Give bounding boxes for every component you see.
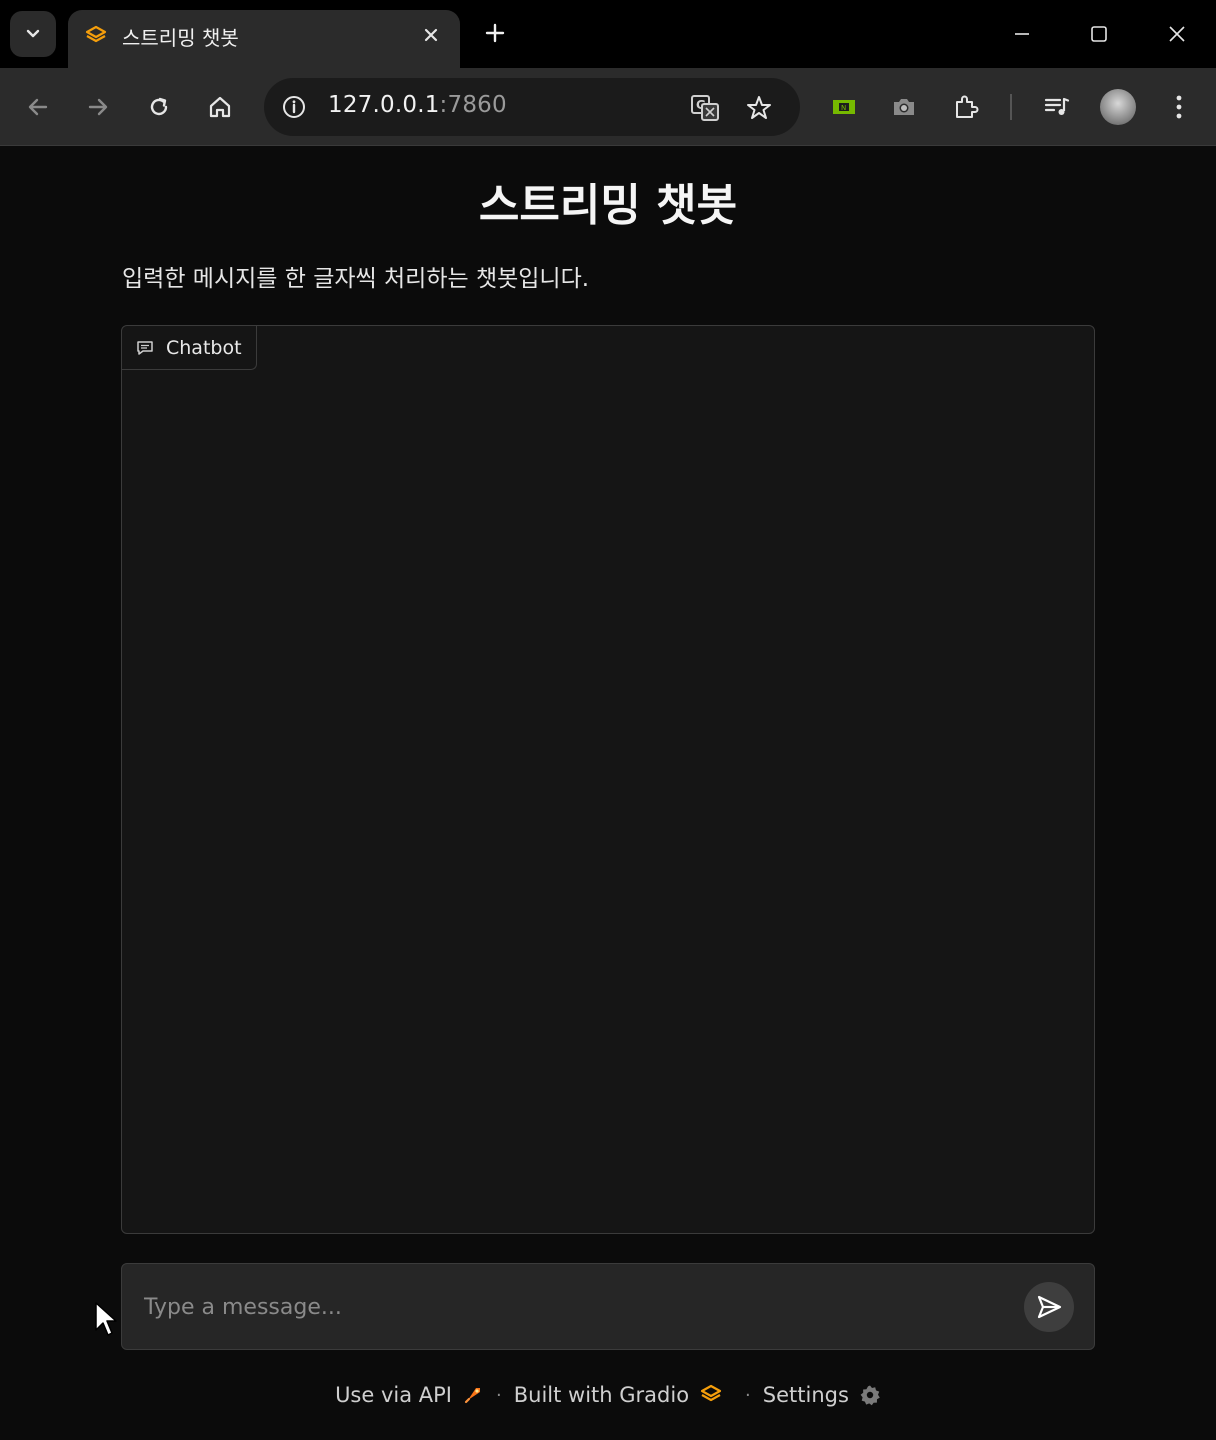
chat-bubble-icon	[137, 340, 153, 355]
plus-icon	[485, 23, 505, 43]
maximize-button[interactable]	[1079, 14, 1119, 54]
footer-separator: ·	[745, 1384, 751, 1406]
rocket-icon	[464, 1388, 480, 1404]
translate-icon: G	[691, 95, 719, 121]
chatbot-panel[interactable]: Chatbot	[121, 325, 1095, 1234]
extension-nvidia-button[interactable]: N	[824, 87, 864, 127]
maximize-icon	[1091, 26, 1107, 42]
minimize-button[interactable]	[1002, 14, 1042, 54]
tab-search-button[interactable]	[10, 11, 56, 57]
forward-button[interactable]	[78, 87, 118, 127]
translate-button[interactable]: G	[688, 91, 722, 125]
use-via-api-link[interactable]: Use via API	[335, 1383, 484, 1407]
minimize-icon	[1015, 33, 1029, 35]
home-button[interactable]	[200, 87, 240, 127]
footer: Use via API · Built with Gradio · Settin…	[0, 1377, 1216, 1413]
send-button[interactable]	[1024, 1282, 1074, 1332]
use-via-api-label: Use via API	[335, 1383, 452, 1407]
browser-menu-button[interactable]	[1159, 87, 1199, 127]
window-close-button[interactable]	[1157, 14, 1197, 54]
gradio-app: 스트리밍 챗봇 입력한 메시지를 한 글자씩 처리하는 챗봇입니다. Chatb…	[0, 147, 1216, 1440]
url-host: 127.0.0.1	[328, 92, 440, 118]
new-tab-button[interactable]	[478, 16, 512, 50]
mouse-cursor-icon	[95, 1302, 117, 1336]
close-icon	[1169, 26, 1185, 42]
camera-icon	[894, 99, 914, 115]
star-icon	[747, 96, 771, 119]
url-port: :7860	[439, 92, 507, 118]
media-controls-button[interactable]	[1037, 87, 1077, 127]
message-input[interactable]	[142, 1284, 1002, 1330]
settings-label: Settings	[762, 1383, 849, 1407]
close-icon	[424, 28, 438, 42]
extension-badge-icon: N	[833, 100, 855, 114]
bookmark-button[interactable]	[742, 91, 776, 125]
arrow-right-icon	[88, 98, 108, 116]
svg-text:N: N	[841, 104, 846, 112]
profile-avatar[interactable]	[1100, 89, 1136, 125]
browser-toolbar: 127.0.0.1:7860 G N	[0, 68, 1216, 146]
home-icon	[209, 96, 231, 118]
reload-button[interactable]	[139, 87, 179, 127]
chatbot-label-text: Chatbot	[166, 336, 242, 359]
more-vertical-icon	[1176, 95, 1182, 119]
playlist-music-icon	[1044, 97, 1070, 115]
chevron-down-icon	[26, 29, 40, 38]
reload-icon	[150, 97, 168, 116]
built-with-gradio-label: Built with Gradio	[513, 1383, 690, 1407]
gradio-logo-icon	[700, 1384, 722, 1402]
page-description: 입력한 메시지를 한 글자씩 처리하는 챗봇입니다.	[122, 266, 590, 292]
extension-camera-button[interactable]	[884, 87, 924, 127]
built-with-gradio-link[interactable]: Built with Gradio	[514, 1383, 723, 1407]
toolbar-divider	[1010, 94, 1012, 120]
tab-close-button[interactable]	[416, 20, 446, 50]
chatbot-label: Chatbot	[122, 326, 257, 370]
message-input-row	[121, 1263, 1095, 1350]
page-title: 스트리밍 챗봇	[478, 180, 738, 231]
info-icon	[283, 96, 305, 118]
browser-titlebar: 스트리밍 챗봇	[0, 0, 1216, 68]
tab-title: 스트리밍 챗봇	[122, 26, 239, 50]
url-text: 127.0.0.1:7860	[328, 92, 507, 118]
browser-tab[interactable]: 스트리밍 챗봇	[68, 10, 460, 68]
site-info-button[interactable]	[278, 91, 310, 123]
puzzle-icon	[956, 95, 979, 118]
address-bar[interactable]: 127.0.0.1:7860 G	[264, 78, 800, 136]
settings-link[interactable]: Settings	[763, 1383, 881, 1407]
gradio-logo-icon	[85, 25, 107, 43]
back-button[interactable]	[18, 87, 58, 127]
extensions-button[interactable]	[946, 87, 986, 127]
footer-separator: ·	[496, 1384, 502, 1406]
arrow-left-icon	[28, 98, 48, 116]
gear-icon	[860, 1385, 880, 1406]
send-icon	[1037, 1295, 1062, 1319]
